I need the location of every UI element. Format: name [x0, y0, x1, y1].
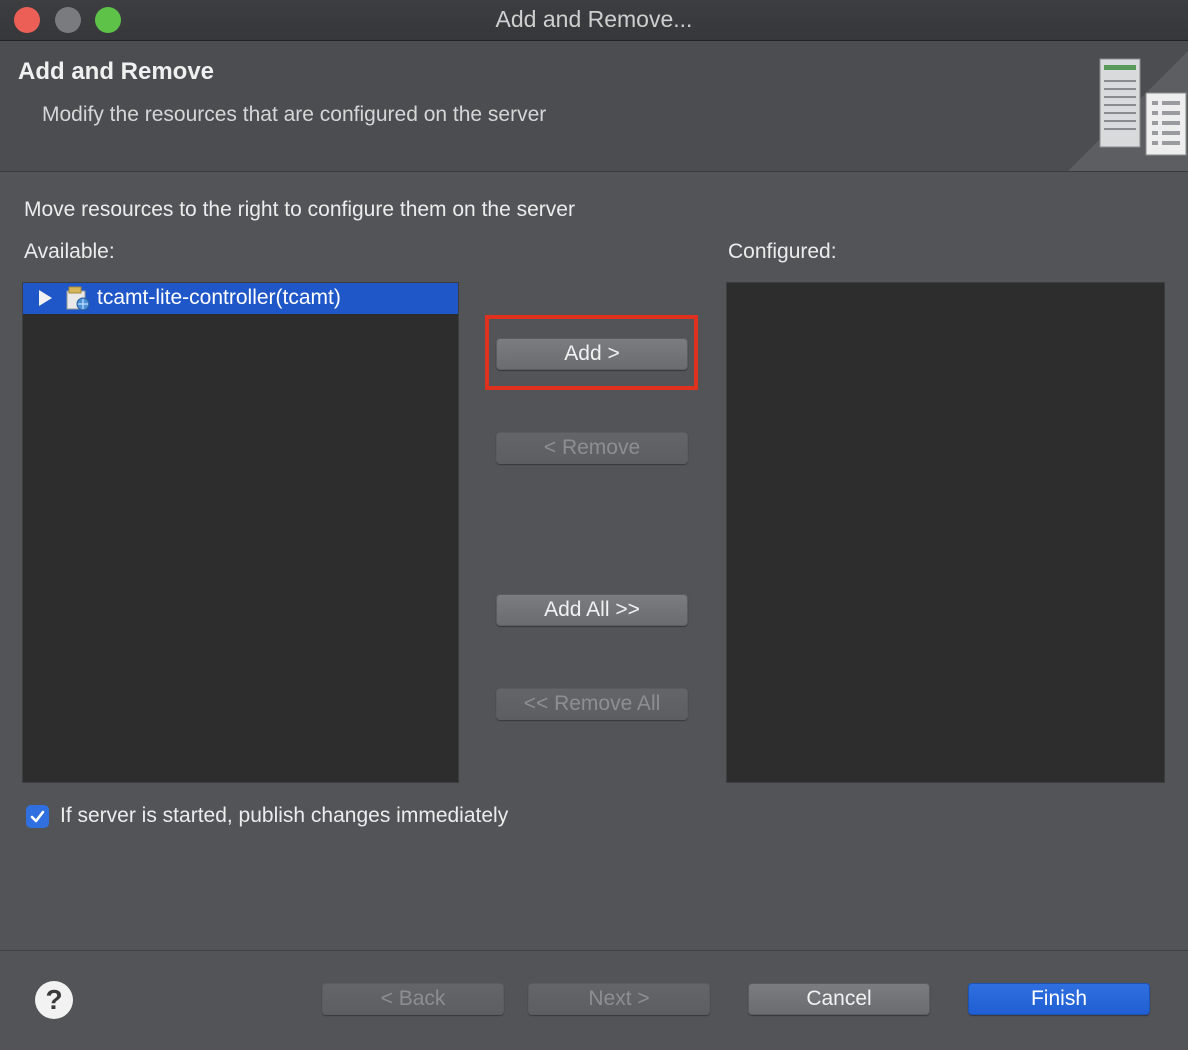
page-title: Add and Remove — [18, 58, 215, 85]
expand-arrow-icon[interactable] — [39, 290, 52, 306]
configured-list[interactable] — [726, 282, 1165, 783]
remove-button[interactable]: < Remove — [496, 432, 688, 464]
tree-item-tcamt-lite-controller[interactable]: tcamt-lite-controller(tcamt) — [23, 283, 458, 314]
footer-divider — [0, 950, 1188, 951]
cancel-button[interactable]: Cancel — [748, 983, 930, 1015]
back-button[interactable]: < Back — [322, 983, 504, 1015]
add-all-button[interactable]: Add All >> — [496, 594, 688, 626]
configured-label: Configured: — [728, 240, 837, 263]
available-label: Available: — [24, 240, 115, 263]
server-wizard-icon — [1068, 51, 1188, 171]
finish-button[interactable]: Finish — [968, 983, 1150, 1015]
remove-all-button[interactable]: << Remove All — [496, 688, 688, 720]
instruction-text: Move resources to the right to configure… — [24, 198, 575, 221]
title-bar: Add and Remove... — [0, 0, 1188, 41]
publish-immediately-label[interactable]: If server is started, publish changes im… — [60, 804, 508, 828]
window-title: Add and Remove... — [495, 6, 693, 32]
add-button[interactable]: Add > — [496, 338, 688, 370]
page-subtitle: Modify the resources that are configured… — [42, 103, 547, 126]
web-project-icon — [66, 286, 90, 311]
available-list[interactable]: tcamt-lite-controller(tcamt) — [22, 282, 459, 783]
help-icon[interactable]: ? — [35, 981, 73, 1019]
next-button[interactable]: Next > — [528, 983, 710, 1015]
checkmark-icon — [30, 810, 45, 823]
tree-item-label: tcamt-lite-controller(tcamt) — [97, 286, 341, 309]
add-remove-dialog: Add and Remove... Add and Remove Modify … — [0, 0, 1188, 1050]
wizard-banner: Add and Remove Modify the resources that… — [0, 41, 1188, 172]
publish-immediately-checkbox[interactable] — [26, 805, 49, 828]
